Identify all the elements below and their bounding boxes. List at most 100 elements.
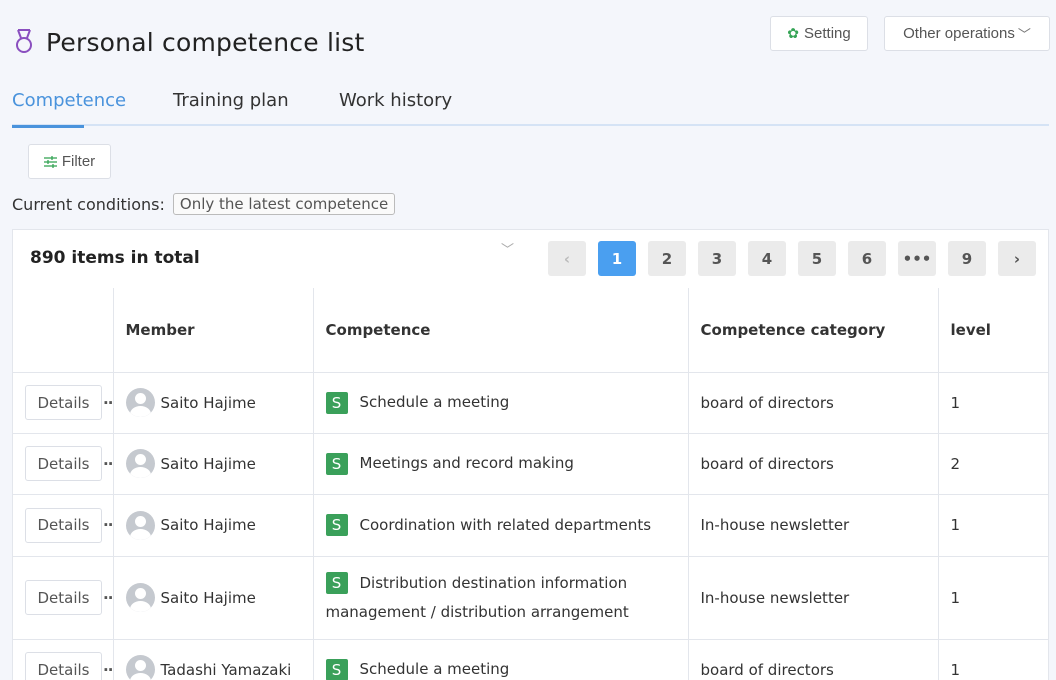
tab-bar: Competence Training plan Work history [12,88,1049,128]
table-row: Details ·· Saito Hajime S Distribution des… [13,556,1049,640]
member-cell: Saito Hajime [112,433,313,495]
tab-competence[interactable]: Competence [12,88,126,128]
table-row: Details ·· Saito Hajime S Meetings and rec… [13,433,1049,495]
medal-icon [16,29,32,53]
member-name: Tadashi Yamazaki [160,660,292,679]
competence-list-panel: 890 items in total ﹀ ‹ 1 2 3 4 5 6 ••• 9… [12,229,1049,680]
competence-name: Schedule a meeting [359,660,510,678]
actions-cell: Details ·· [13,433,113,495]
chevron-down-icon[interactable]: ﹀ [501,239,514,258]
skill-badge: S [325,391,348,414]
member-cell: Tadashi Yamazaki [112,639,313,680]
details-button[interactable]: Details [25,580,102,615]
page-title: Personal competence list [46,27,365,57]
skill-badge: S [325,658,348,680]
category-cell: board of directors [687,372,938,434]
other-operations-label: Other operations [903,25,1015,42]
tab-work-history[interactable]: Work history [339,88,452,126]
table-header-row: Member Competence Competence category le… [13,288,1049,373]
details-button[interactable]: Details [25,446,102,481]
filter-button[interactable]: Filter [28,144,111,179]
page-button-9[interactable]: 9 [948,241,986,276]
setting-button[interactable]: ✿ Setting [770,16,868,51]
total-count: 890 items in total [30,248,200,268]
member-cell: Saito Hajime [112,494,313,557]
more-icon[interactable]: ·· [103,589,113,607]
column-header-actions [13,288,113,373]
tab-training-plan[interactable]: Training plan [173,88,289,126]
skill-badge: S [325,572,348,594]
details-button[interactable]: Details [25,385,102,420]
actions-cell: Details ·· [13,556,113,640]
competence-cell: S Schedule a meeting [312,639,688,680]
gear-icon: ✿ [787,25,800,41]
next-page-button[interactable]: › [998,241,1036,276]
details-button[interactable]: Details [25,507,102,543]
category-cell: board of directors [687,433,938,495]
competence-cell: S Coordination with related departments [312,494,688,557]
level-cell: 1 [937,639,1049,680]
setting-label: Setting [804,25,851,42]
avatar [125,655,155,680]
other-operations-button[interactable]: Other operations ﹀ [884,16,1050,51]
member-cell: Saito Hajime [112,372,313,434]
competence-name: Schedule a meeting [359,393,510,411]
member-name: Saito Hajime [160,516,256,534]
competence-cell: S Meetings and record making [312,433,688,495]
competence-name: Coordination with related departments [359,515,652,534]
category-cell: In-house newsletter [687,556,938,640]
more-icon[interactable]: ·· [103,394,113,412]
table-row: Details ·· Saito Hajime S Schedule a meeti… [13,372,1049,434]
current-conditions: Current conditions: Only the latest comp… [12,192,396,216]
page-button-6[interactable]: 6 [848,241,886,276]
chevron-down-icon: ﹀ [1017,27,1031,42]
page-ellipsis[interactable]: ••• [898,241,936,276]
page-header: Personal competence list [12,24,364,60]
level-cell: 1 [937,372,1049,434]
competence-name: Meetings and record making [359,454,574,472]
more-icon[interactable]: ·· [103,455,113,473]
more-icon[interactable]: ·· [103,661,113,679]
avatar [125,449,155,478]
chevron-left-icon: ‹ [563,249,571,268]
conditions-label: Current conditions: [12,194,165,214]
actions-cell: Details ·· [13,494,113,557]
prev-page-button[interactable]: ‹ [548,241,586,276]
more-icon[interactable]: ·· [103,516,113,534]
table-row: Details ·· Saito Hajime S Coordination wit… [13,494,1049,557]
competence-cell: S Schedule a meeting [312,372,688,434]
actions-cell: Details ·· [13,372,113,434]
competence-cell: S Distribution destination information ma… [312,556,688,640]
page-button-2[interactable]: 2 [648,241,686,276]
sliders-icon [43,155,57,168]
page-button-4[interactable]: 4 [748,241,786,276]
competence-table: Member Competence Competence category le… [13,288,1049,680]
details-button[interactable]: Details [25,652,102,680]
table-row: Details ·· Tadashi Yamazaki S Schedule a m… [13,639,1049,680]
skill-badge: S [325,452,348,475]
level-cell: 2 [937,433,1049,495]
member-name: Saito Hajime [160,454,256,473]
column-header-level[interactable]: level [937,288,1049,373]
category-cell: board of directors [687,639,938,680]
avatar [125,583,155,612]
skill-badge: S [325,514,348,536]
avatar [125,510,155,540]
column-header-category[interactable]: Competence category [687,288,938,373]
page-button-5[interactable]: 5 [798,241,836,276]
competence-name: Distribution destination information man… [325,573,629,621]
condition-tag[interactable]: Only the latest competence [172,193,396,215]
member-cell: Saito Hajime [112,556,313,640]
level-cell: 1 [937,494,1049,557]
avatar [125,388,155,417]
column-header-competence[interactable]: Competence [312,288,688,373]
member-name: Saito Hajime [160,588,256,607]
chevron-right-icon: › [1013,249,1021,268]
member-name: Saito Hajime [160,393,256,412]
filter-label: Filter [61,153,96,170]
category-cell: In-house newsletter [687,494,938,557]
actions-cell: Details ·· [13,639,113,680]
column-header-member[interactable]: Member [112,288,313,373]
page-button-1[interactable]: 1 [598,241,636,276]
page-button-3[interactable]: 3 [698,241,736,276]
